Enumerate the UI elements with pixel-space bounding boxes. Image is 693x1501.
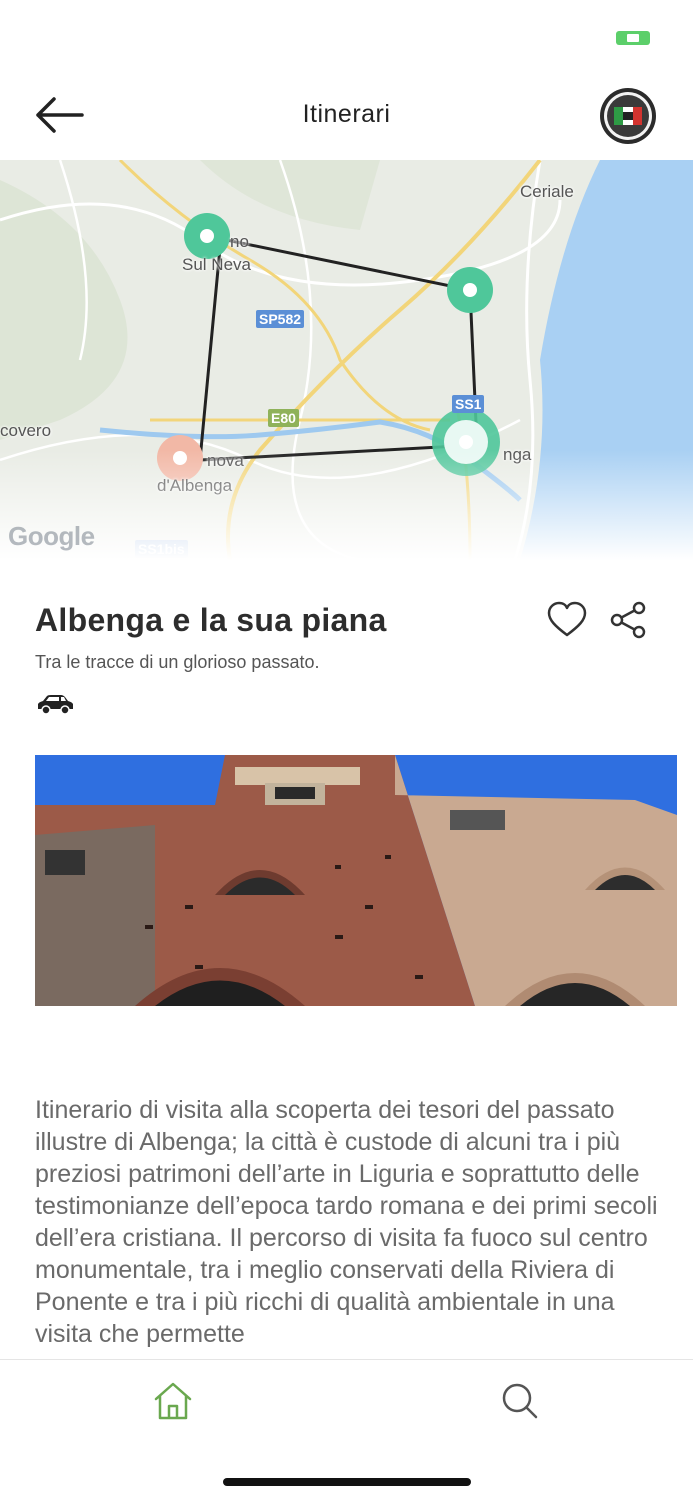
route-title: Albenga e la sua piana	[35, 602, 387, 638]
app-header: Itinerari	[0, 70, 693, 160]
map-label: nga	[503, 445, 532, 464]
map-label: covero	[0, 421, 52, 440]
share-icon	[610, 601, 646, 639]
map-label: d'Albenga	[157, 476, 233, 495]
google-watermark: Google	[8, 521, 95, 551]
status-bar	[0, 0, 693, 70]
route-title-row: Albenga e la sua piana	[35, 598, 660, 648]
map-label: nova	[207, 451, 244, 470]
page-title: Itinerari	[302, 100, 391, 128]
battery-icon	[616, 31, 650, 45]
share-button[interactable]	[609, 600, 649, 640]
route-subtitle: Tra le tracce di un glorioso passato.	[35, 652, 320, 672]
italian-flag-logo-icon[interactable]	[599, 87, 657, 145]
heart-icon	[547, 601, 587, 637]
home-indicator	[223, 1478, 471, 1486]
tab-bar	[0, 1359, 693, 1501]
route-photo[interactable]	[35, 755, 677, 1006]
route-map[interactable]: Ceriale Sul Neva no covero nova d'Albeng…	[0, 160, 693, 560]
road-badge: SS1bis	[135, 540, 188, 558]
map-label: Sul Neva	[182, 255, 251, 274]
map-canvas	[0, 160, 693, 560]
search-icon	[502, 1383, 538, 1419]
home-icon	[154, 1382, 192, 1420]
map-label: no	[230, 232, 249, 251]
favorite-button[interactable]	[545, 598, 589, 642]
map-label: Ceriale	[520, 182, 574, 201]
car-icon	[35, 692, 75, 716]
road-badge: SS1	[452, 395, 485, 413]
tab-search[interactable]	[499, 1380, 541, 1422]
road-badge: E80	[268, 409, 299, 427]
tab-home[interactable]	[151, 1380, 195, 1422]
road-badge: SP582	[256, 310, 305, 328]
route-description: Itinerario di visita alla scoperta dei t…	[35, 1096, 658, 1348]
